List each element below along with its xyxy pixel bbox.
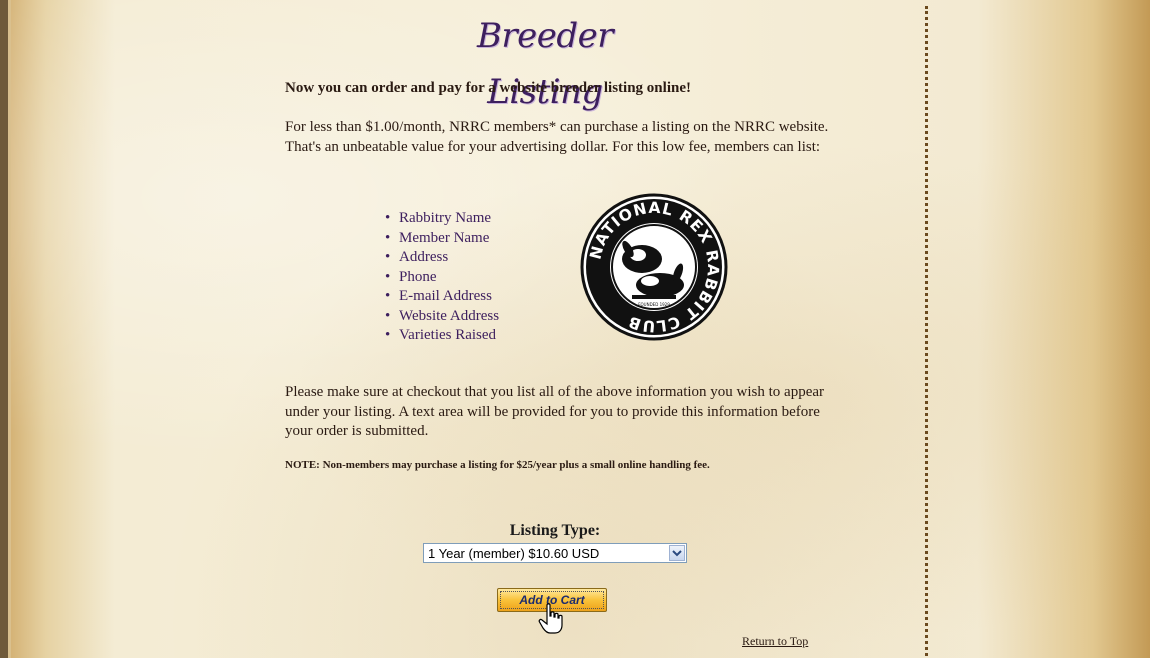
listing-type-selected-value: 1 Year (member) $10.60 USD — [428, 546, 600, 561]
list-item: E-mail Address — [385, 287, 499, 307]
listing-type-label: Listing Type: — [509, 522, 601, 539]
nrrc-logo: NATIONAL REX RABBIT CLUB FOUNDED 1929 — [580, 193, 728, 341]
intro-paragraph: For less than $1.00/month, NRRC members*… — [285, 119, 829, 155]
list-item: Website Address — [385, 307, 499, 327]
listing-type-select[interactable]: 1 Year (member) $10.60 USD — [423, 543, 687, 563]
checkout-note: Please make sure at checkout that you li… — [285, 384, 825, 439]
list-item: Address — [385, 248, 499, 268]
nonmember-note: NOTE: Non-members may purchase a listing… — [285, 459, 710, 471]
headline: Now you can order and pay for a website … — [285, 80, 691, 96]
dotted-divider — [925, 6, 928, 656]
list-item: Rabbitry Name — [385, 209, 499, 229]
main-content: Now you can order and pay for a website … — [285, 78, 830, 157]
chevron-down-icon[interactable] — [669, 545, 685, 561]
return-to-top-link[interactable]: Return to Top — [742, 634, 808, 649]
hand-cursor-icon — [538, 603, 563, 634]
window-left-border — [0, 0, 8, 658]
list-item: Phone — [385, 268, 499, 288]
page-title: Breeder Listing — [476, 16, 614, 112]
list-item: Member Name — [385, 229, 499, 249]
list-item: Varieties Raised — [385, 326, 499, 346]
listing-fields-list: Rabbitry Name Member Name Address Phone … — [385, 209, 499, 346]
window-left-border-highlight — [8, 0, 11, 658]
logo-founded-text: FOUNDED 1929 — [638, 302, 670, 307]
